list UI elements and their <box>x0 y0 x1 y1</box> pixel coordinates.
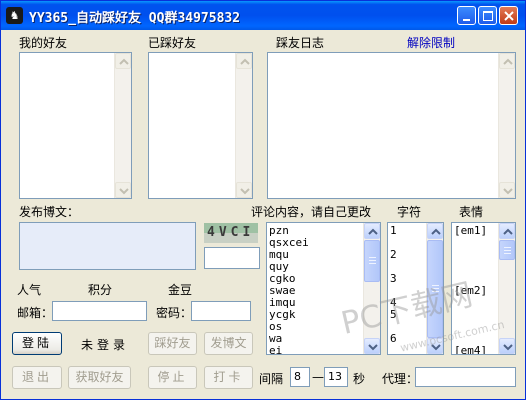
minimize-icon <box>463 19 470 21</box>
chars-label: 字符 <box>397 205 422 219</box>
blog-content-textarea[interactable] <box>19 222 196 270</box>
interval-min-field[interactable]: 8 <box>290 367 310 387</box>
post-blog-label: 发布博文： <box>19 205 80 219</box>
email-label: 邮箱： <box>17 306 54 320</box>
my-friends-scrollbar[interactable] <box>114 53 131 198</box>
arrow-up-icon <box>119 58 129 65</box>
close-button[interactable] <box>499 6 518 25</box>
scroll-thumb[interactable] <box>364 240 380 282</box>
arrow-up-icon <box>368 228 378 235</box>
arrow-up-icon <box>503 228 513 235</box>
emoticons-label: 表情 <box>459 205 484 219</box>
scroll-down-button[interactable] <box>115 182 131 198</box>
interval-label: 间隔 <box>259 372 284 386</box>
stepped-friends-scrollbar[interactable] <box>235 53 252 198</box>
list-item[interactable]: 1 <box>390 225 397 237</box>
list-item[interactable]: [em4] <box>454 345 487 355</box>
captcha-input[interactable] <box>204 247 260 269</box>
scroll-up-button[interactable] <box>364 223 380 239</box>
interval-max-field[interactable]: 13 <box>324 367 348 387</box>
stepped-friends-label: 已踩好友 <box>148 36 197 50</box>
interval-dash: — <box>312 370 324 384</box>
post-blog-button[interactable]: 发博文 <box>204 332 253 355</box>
stepped-friends-list[interactable] <box>148 52 253 199</box>
proxy-label: 代理： <box>382 372 419 386</box>
password-field[interactable] <box>191 301 251 321</box>
stop-button[interactable]: 停止 <box>148 366 197 389</box>
close-icon <box>504 11 514 21</box>
list-item[interactable]: [em1] <box>454 225 487 237</box>
scroll-down-button[interactable] <box>364 338 380 354</box>
captcha-text: 4VCI <box>207 225 255 240</box>
arrow-down-icon <box>503 188 513 195</box>
get-friends-button[interactable]: 获取好友 <box>68 366 131 389</box>
email-field[interactable] <box>52 301 147 321</box>
emoticons-scrollbar[interactable] <box>498 223 515 354</box>
step-log-box[interactable] <box>267 52 516 199</box>
list-item[interactable]: 6 <box>390 333 397 345</box>
points-label: 积分 <box>88 283 113 297</box>
list-item[interactable]: ei <box>269 345 282 355</box>
maximize-button[interactable] <box>478 6 497 25</box>
window-title: YY365_自动踩好友 QQ群34975832 <box>29 11 241 26</box>
my-friends-label: 我的好友 <box>19 36 68 50</box>
list-item[interactable]: 2 <box>390 249 397 261</box>
proxy-field[interactable] <box>415 367 516 387</box>
scroll-down-button[interactable] <box>499 338 515 354</box>
step-friends-button[interactable]: 踩好友 <box>148 332 197 355</box>
scroll-up-button[interactable] <box>499 223 515 239</box>
login-status: 未登录 <box>81 338 130 352</box>
popularity-label: 人气 <box>17 283 42 297</box>
comment-content-label: 评论内容，请自己更改 <box>251 205 372 219</box>
scroll-down-button[interactable] <box>236 182 252 198</box>
scroll-up-button[interactable] <box>115 53 131 69</box>
seconds-label: 秒 <box>353 372 366 386</box>
step-log-scrollbar[interactable] <box>498 53 515 198</box>
check-in-button[interactable]: 打卡 <box>204 366 253 389</box>
my-friends-list[interactable] <box>19 52 132 199</box>
arrow-down-icon <box>119 188 129 195</box>
arrow-down-icon <box>368 344 378 351</box>
scroll-thumb[interactable] <box>499 240 515 260</box>
arrow-up-icon <box>240 58 250 65</box>
scroll-down-button[interactable] <box>499 182 515 198</box>
arrow-down-icon <box>503 344 513 351</box>
list-item[interactable]: 3 <box>390 273 397 285</box>
login-button[interactable]: 登陆 <box>12 332 62 355</box>
scroll-up-button[interactable] <box>427 223 443 239</box>
title-bar[interactable]: ♞ YY365_自动踩好友 QQ群34975832 <box>1 1 525 30</box>
logout-button[interactable]: 退出 <box>12 366 62 389</box>
scroll-up-button[interactable] <box>236 53 252 69</box>
arrow-down-icon <box>240 188 250 195</box>
main-window: ♞ YY365_自动踩好友 QQ群34975832 我的好友 已踩好友 踩友日志… <box>0 0 526 400</box>
minimize-button[interactable] <box>457 6 476 25</box>
app-icon: ♞ <box>6 7 23 24</box>
maximize-icon <box>483 11 493 21</box>
scroll-up-button[interactable] <box>499 53 515 69</box>
unlock-limit-link[interactable]: 解除限制 <box>407 34 455 51</box>
gold-beans-label: 金豆 <box>168 283 193 297</box>
captcha-image[interactable]: 4VCI <box>204 223 258 243</box>
password-label: 密码： <box>156 306 193 320</box>
arrow-up-icon <box>503 58 513 65</box>
arrow-up-icon <box>431 228 441 235</box>
step-log-label: 踩友日志 <box>276 36 325 50</box>
